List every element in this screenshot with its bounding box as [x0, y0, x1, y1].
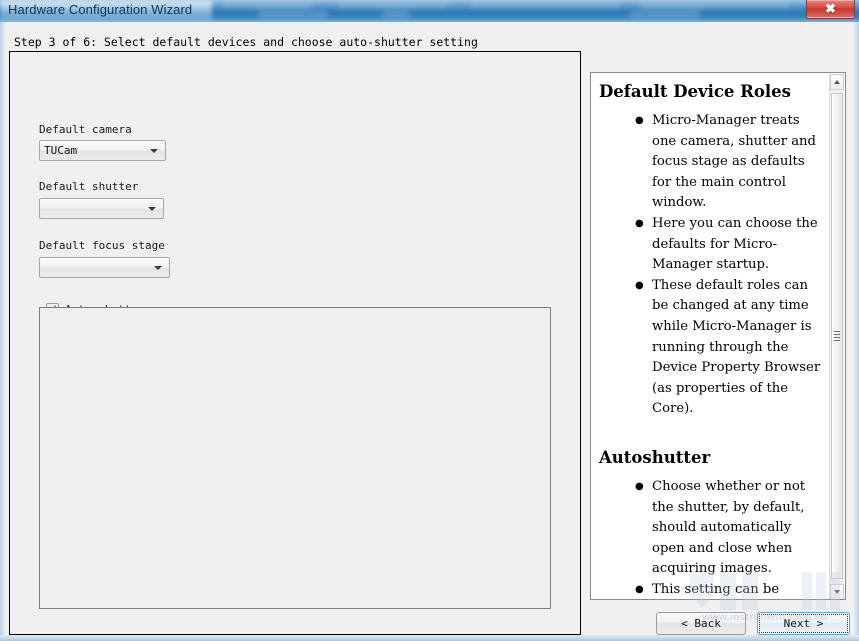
- titlebar-glass-ghost: [258, 11, 328, 18]
- hardware-configuration-wizard-window: Hardware Configuration Wizard ✖ Step 3 o…: [0, 0, 859, 641]
- close-button[interactable]: ✖: [806, 0, 855, 19]
- list-item: Micro-Manager treats one camera, shutter…: [635, 110, 825, 214]
- step-instruction-label: Step 3 of 6: Select default devices and …: [14, 35, 478, 49]
- help-heading-autoshutter: Autoshutter: [599, 447, 711, 467]
- list-item: Choose whether or not the shutter, by de…: [635, 476, 825, 580]
- help-bullets-autoshutter: Choose whether or not the shutter, by de…: [599, 476, 825, 599]
- titlebar-glass-ghost: [630, 11, 700, 18]
- chevron-down-icon: [834, 590, 840, 594]
- list-item: Here you can choose the defaults for Mic…: [635, 213, 825, 276]
- window-titlebar[interactable]: Hardware Configuration Wizard: [0, 0, 859, 22]
- back-button[interactable]: < Back: [656, 612, 746, 635]
- back-button-label: < Back: [681, 617, 721, 630]
- default-camera-label: Default camera: [39, 123, 132, 136]
- default-focus-stage-select[interactable]: [39, 257, 170, 278]
- next-button-label: Next >: [783, 617, 824, 630]
- device-selection-group: Default camera TUCam Default shutter Def…: [9, 51, 581, 635]
- device-list-panel[interactable]: [39, 307, 551, 609]
- titlebar-glass-ghost: [338, 2, 448, 9]
- scroll-up-button[interactable]: [830, 74, 844, 90]
- chevron-down-icon: [154, 266, 162, 270]
- window-frame-right: [854, 22, 859, 641]
- titlebar-glass-ghost: [222, 2, 312, 9]
- scroll-down-button[interactable]: [830, 584, 844, 599]
- help-heading-device-roles: Default Device Roles: [599, 82, 791, 101]
- help-scrollbar[interactable]: [829, 74, 844, 599]
- window-frame-bottom: [0, 635, 859, 641]
- titlebar-glass-ghost: [470, 2, 620, 9]
- default-shutter-select[interactable]: [39, 198, 164, 219]
- close-icon: ✖: [825, 1, 836, 16]
- help-content: Default Device Roles Micro-Manager treat…: [591, 73, 831, 599]
- titlebar-glass-ghost: [640, 2, 790, 9]
- chevron-up-icon: [834, 80, 840, 84]
- help-bullets-device-roles: Micro-Manager treats one camera, shutter…: [599, 110, 825, 420]
- next-button[interactable]: Next >: [757, 612, 850, 635]
- default-camera-select[interactable]: TUCam: [39, 140, 166, 161]
- chevron-down-icon: [150, 149, 158, 153]
- list-item: These default roles can be changed at an…: [635, 275, 825, 420]
- grip-icon: [834, 331, 840, 341]
- default-shutter-label: Default shutter: [39, 180, 139, 193]
- dialog-body: Step 3 of 6: Select default devices and …: [5, 22, 854, 635]
- chevron-down-icon: [148, 207, 156, 211]
- default-focus-stage-label: Default focus stage: [39, 239, 165, 252]
- scrollbar-thumb[interactable]: [831, 93, 843, 579]
- default-camera-value: TUCam: [44, 144, 78, 157]
- titlebar-glass-ghost: [382, 11, 410, 18]
- help-panel: Default Device Roles Micro-Manager treat…: [590, 72, 846, 600]
- list-item: This setting can be changed in the main …: [635, 579, 825, 599]
- window-title: Hardware Configuration Wizard: [8, 2, 193, 17]
